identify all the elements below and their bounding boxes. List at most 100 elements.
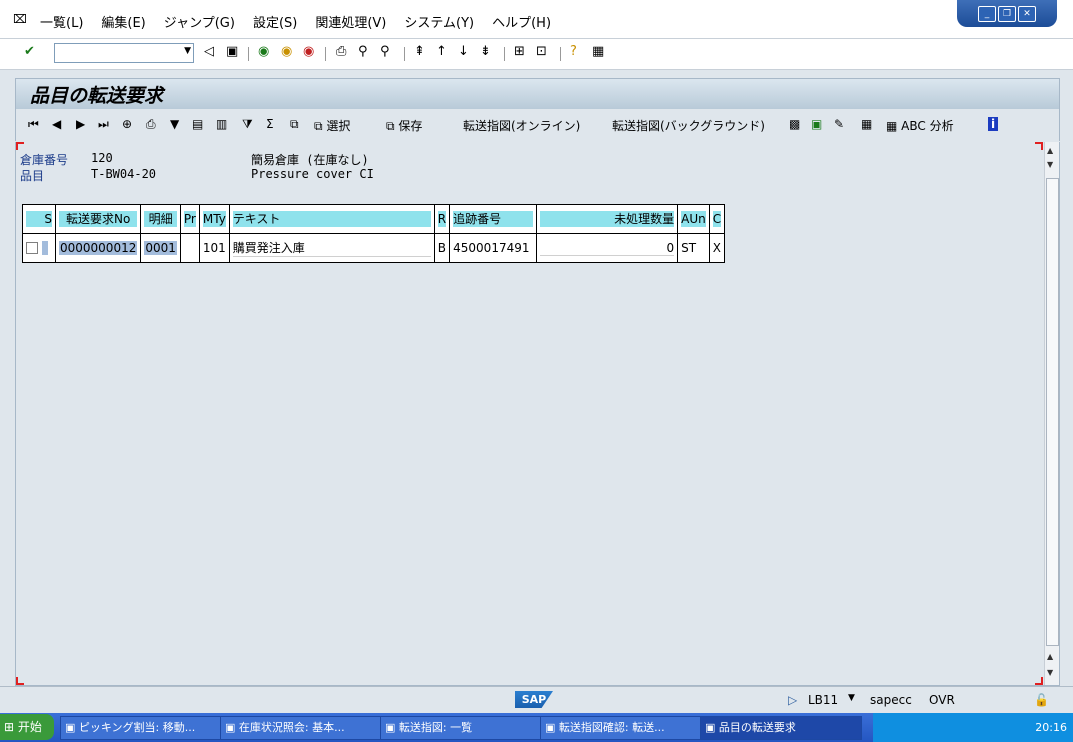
cell-pr bbox=[179, 233, 200, 263]
col-header-aun[interactable]: AUn bbox=[677, 204, 710, 234]
first-row-icon[interactable]: ⏮ bbox=[28, 117, 39, 132]
print-icon[interactable]: ⎙ bbox=[336, 44, 346, 59]
vertical-scrollbar[interactable]: ▲ ▼ ▲ ▼ bbox=[1044, 142, 1059, 685]
separator bbox=[404, 47, 405, 61]
taskbar-item-active[interactable]: ▣ 品目の転送要求 bbox=[700, 716, 862, 740]
filter-icon[interactable]: ⧩ bbox=[242, 117, 253, 132]
list-area: 倉庫番号 120 簡易倉庫 (在庫なし) 品目 T-BW04-20 Pressu… bbox=[15, 142, 1060, 686]
layout-icon[interactable]: ▦ bbox=[592, 44, 604, 59]
window-controls: _ ❐ ✕ bbox=[957, 0, 1057, 27]
material-value: T-BW04-20 bbox=[91, 167, 157, 181]
to-background-button[interactable]: 転送指図(バックグラウンド) bbox=[612, 117, 765, 134]
cancel-icon[interactable]: ◉ bbox=[303, 44, 314, 59]
next-page-icon[interactable]: ↓ bbox=[458, 44, 469, 59]
filter-list-icon[interactable]: ▼ bbox=[170, 117, 179, 131]
col-header-text[interactable]: テキスト bbox=[228, 204, 435, 234]
close-icon[interactable]: ✕ bbox=[1018, 5, 1036, 22]
col-header-r[interactable]: R bbox=[433, 204, 451, 234]
title-bar: 品目の転送要求 bbox=[15, 78, 1060, 110]
prev-row-icon[interactable]: ◀ bbox=[52, 117, 61, 131]
minimize-icon[interactable]: _ bbox=[978, 5, 996, 22]
cell-mty: 101 bbox=[198, 233, 230, 263]
scroll-up-icon[interactable]: ▲ bbox=[1047, 146, 1053, 155]
abc-analysis-button[interactable]: ▦ ABC 分析 bbox=[886, 117, 954, 134]
col-header-pr[interactable]: Pr bbox=[179, 204, 200, 234]
taskbar-item[interactable]: ▣ ピッキング割当: 移動... bbox=[60, 716, 222, 740]
col-header-s[interactable]: S bbox=[22, 204, 56, 234]
find-next-icon[interactable]: ⚲ bbox=[380, 44, 390, 59]
separator bbox=[325, 47, 326, 61]
row-select-cell[interactable] bbox=[22, 233, 56, 263]
table-row[interactable]: 0000000012 0001 101 購買発注入庫 B 4500017491 … bbox=[22, 233, 726, 263]
start-button[interactable]: ⊞ 开始 bbox=[0, 714, 54, 740]
find-icon[interactable]: ⚲ bbox=[358, 44, 368, 59]
print-list-icon[interactable]: ⎙ bbox=[146, 117, 156, 132]
new-session-icon[interactable]: ⊞ bbox=[514, 44, 525, 59]
restore-icon[interactable]: ❐ bbox=[998, 5, 1016, 22]
cell-item[interactable]: 0001 bbox=[140, 233, 181, 263]
col-header-item[interactable]: 明細 bbox=[140, 204, 181, 234]
scroll-up-icon[interactable]: ▲ bbox=[1047, 652, 1053, 661]
menu-goto[interactable]: ジャンプ(G) bbox=[164, 12, 235, 31]
cell-tr-no[interactable]: 0000000012 bbox=[54, 233, 142, 263]
menu-list: 一覧(L) 編集(E) ジャンプ(G) 設定(S) 関連処理(V) システム(Y… bbox=[40, 12, 551, 31]
page-title: 品目の転送要求 bbox=[30, 85, 164, 107]
save-button[interactable]: ⧉ 保存 bbox=[386, 117, 422, 134]
taskbar-item[interactable]: ▣ 転送指図確認: 転送... bbox=[540, 716, 702, 740]
chevron-down-icon[interactable]: ▼ bbox=[848, 693, 855, 703]
command-field[interactable]: ▼ bbox=[54, 43, 194, 63]
excel-icon[interactable]: ▣ bbox=[811, 117, 822, 131]
taskbar-item[interactable]: ▣ 在庫状況照会: 基本... bbox=[220, 716, 382, 740]
menu-icon[interactable]: ⌧ bbox=[13, 12, 27, 26]
col-header-mty[interactable]: MTy bbox=[198, 204, 230, 234]
sort-icon[interactable]: ▤ bbox=[192, 117, 203, 131]
menu-help[interactable]: ヘルプ(H) bbox=[492, 12, 551, 31]
export-icon[interactable]: ▥ bbox=[216, 117, 227, 131]
last-page-icon[interactable]: ⇟ bbox=[480, 44, 491, 59]
subtotal-icon[interactable]: ⧉ bbox=[290, 117, 299, 132]
chevron-down-icon[interactable]: ▼ bbox=[184, 46, 191, 56]
menu-system[interactable]: システム(Y) bbox=[404, 12, 474, 31]
menu-list[interactable]: 一覧(L) bbox=[40, 12, 83, 31]
corner-mark bbox=[16, 677, 24, 685]
exit-icon[interactable]: ◉ bbox=[281, 44, 292, 59]
col-header-tracking[interactable]: 追跡番号 bbox=[449, 204, 538, 234]
checkbox[interactable] bbox=[26, 242, 38, 255]
warehouse-value: 120 bbox=[91, 151, 113, 165]
back-arrow-icon[interactable]: ◁ bbox=[204, 44, 214, 59]
play-icon[interactable]: ▷ bbox=[788, 693, 797, 707]
last-row-icon[interactable]: ⏭ bbox=[98, 117, 109, 132]
command-input[interactable] bbox=[55, 44, 177, 60]
scroll-down-icon[interactable]: ▼ bbox=[1047, 668, 1053, 677]
menu-edit[interactable]: 編集(E) bbox=[101, 12, 145, 31]
edit-icon[interactable]: ✎ bbox=[834, 117, 844, 131]
abc-label: ABC 分析 bbox=[901, 119, 954, 133]
back-icon[interactable]: ◉ bbox=[258, 44, 269, 59]
menu-settings[interactable]: 設定(S) bbox=[253, 12, 297, 31]
first-page-icon[interactable]: ⇞ bbox=[414, 44, 425, 59]
col-header-tr-no[interactable]: 転送要求No bbox=[54, 204, 142, 234]
sap-logo: SAP bbox=[515, 691, 553, 708]
save-disk-icon[interactable]: ▣ bbox=[226, 44, 238, 59]
lock-icon[interactable]: 🔓 bbox=[1034, 693, 1049, 707]
shortcut-icon[interactable]: ⊡ bbox=[536, 44, 547, 59]
col-header-c[interactable]: C bbox=[708, 204, 726, 234]
detail-icon[interactable]: ⊕ bbox=[122, 117, 132, 131]
layout-select-icon[interactable]: ▩ bbox=[789, 117, 800, 131]
to-online-button[interactable]: 転送指図(オンライン) bbox=[463, 117, 580, 134]
enter-icon[interactable]: ✔ bbox=[24, 44, 35, 59]
menu-environment[interactable]: 関連処理(V) bbox=[315, 12, 386, 31]
scroll-thumb[interactable] bbox=[1046, 178, 1059, 646]
next-row-icon[interactable]: ▶ bbox=[76, 117, 85, 131]
calculator-icon[interactable]: ▦ bbox=[861, 117, 872, 131]
help-icon[interactable]: ? bbox=[570, 44, 577, 59]
taskbar-item[interactable]: ▣ 転送指図: 一覧 bbox=[380, 716, 542, 740]
select-button[interactable]: ⧉ 選択 bbox=[314, 117, 350, 134]
info-icon[interactable]: i bbox=[988, 117, 999, 131]
sum-icon[interactable]: Σ bbox=[266, 117, 274, 131]
application-toolbar: ⏮ ◀ ▶ ⏭ ⊕ ⎙ ▼ ▤ ▥ ⧩ Σ ⧉ ⧉ 選択 ⧉ 保存 転送指図(オ… bbox=[15, 109, 1060, 141]
prev-page-icon[interactable]: ↑ bbox=[436, 44, 447, 59]
scroll-down-icon[interactable]: ▼ bbox=[1047, 160, 1053, 169]
col-header-open-qty[interactable]: 未処理数量 bbox=[536, 204, 679, 234]
server-value: LB11 bbox=[808, 693, 839, 707]
